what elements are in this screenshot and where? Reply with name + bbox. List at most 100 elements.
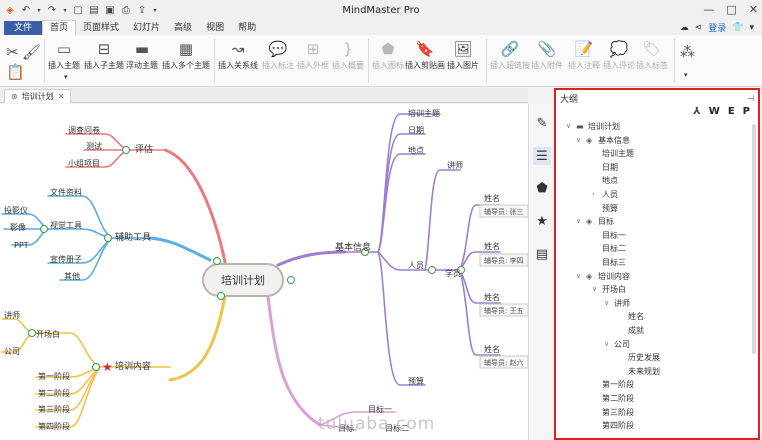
icon-library-icon[interactable]: ⬟ <box>533 179 551 197</box>
chevron-down-icon[interactable]: ∨ <box>566 120 576 133</box>
outline-item[interactable]: 地点 <box>592 174 618 187</box>
outline-item[interactable]: 第一阶段 <box>592 378 634 391</box>
svg-text:辅导员: 王五: 辅导员: 王五 <box>484 306 524 315</box>
shirt-icon[interactable]: 👕 <box>732 23 743 33</box>
outline-item[interactable]: 日期 <box>592 161 618 174</box>
document-tab[interactable]: ⊛ 培训计划 ✕ <box>4 89 72 103</box>
outline-item[interactable]: ∨ ▬ 培训计划 <box>566 120 620 133</box>
outline-item[interactable]: 姓名 <box>618 310 644 323</box>
open-folder-icon[interactable]: ▤ <box>88 5 100 16</box>
maximize-icon[interactable]: □ <box>726 3 736 16</box>
outline-item[interactable]: ∨ ◈ 目标 <box>576 215 614 228</box>
insert-callout-button[interactable]: 💬 插入标注 <box>262 38 294 71</box>
export-ppt-button[interactable]: P <box>743 106 750 120</box>
undo-dropdown-icon[interactable]: ▾ <box>36 7 42 14</box>
tab-slides[interactable]: 幻灯片 <box>126 21 167 35</box>
outline-item[interactable]: 未来规划 <box>618 365 660 378</box>
insert-clipart-button[interactable]: 🔖 插入剪贴画 <box>405 38 445 71</box>
customize-icon[interactable]: ▾ <box>152 7 158 14</box>
save-icon[interactable]: ▣ <box>104 5 116 16</box>
chevron-right-icon[interactable]: › <box>592 188 602 201</box>
topic-icon: ▭ <box>56 40 72 58</box>
close-icon[interactable]: ✕ <box>749 3 758 16</box>
tab-view[interactable]: 视图 <box>199 21 231 35</box>
format-painter-icon[interactable]: 🖌 <box>22 41 41 63</box>
outline-item[interactable]: ∨ 公司 <box>604 338 630 351</box>
insert-boundary-button[interactable]: ⊞ 插入外框 <box>297 38 329 71</box>
insert-summary-button[interactable]: } 插入概要 <box>332 38 364 71</box>
outline-icon[interactable]: ☰ <box>533 147 551 165</box>
pin-icon[interactable]: ⊣ <box>747 94 754 103</box>
options-dropdown-icon[interactable]: ▾ <box>749 23 754 33</box>
outline-item-label: 第四阶段 <box>602 421 634 431</box>
outline-scrollbar[interactable] <box>752 124 756 354</box>
tab-home[interactable]: 首页 <box>42 20 77 35</box>
tab-help[interactable]: 帮助 <box>231 21 263 35</box>
login-link[interactable]: 登录 <box>708 21 726 34</box>
insert-icon-button[interactable]: ⬟ 插入图标 <box>372 38 404 71</box>
insert-tag-button[interactable]: 🏷 插入标签 <box>636 38 668 71</box>
outline-item[interactable]: ∨ 开场白 <box>592 283 626 296</box>
redo-icon[interactable]: ↷ <box>46 5 58 16</box>
close-tab-icon[interactable]: ✕ <box>58 90 65 103</box>
outline-item[interactable]: 培训主题 <box>592 147 634 160</box>
outline-item[interactable]: ∨ ◈ 基本信息 <box>576 134 630 147</box>
insert-note-button[interactable]: 📝 插入注释 <box>568 38 600 71</box>
outline-item-label: 公司 <box>614 339 630 349</box>
outline-item[interactable]: 目标一 <box>592 229 626 242</box>
export-excel-button[interactable]: E <box>728 106 735 120</box>
tab-page-style[interactable]: 页面样式 <box>76 21 126 35</box>
cut-icon[interactable]: ✂ <box>6 41 19 63</box>
redo-dropdown-icon[interactable]: ▾ <box>62 7 68 14</box>
outline-item[interactable]: ∨ ◈ 培训内容 <box>576 270 630 283</box>
undo-icon[interactable]: ↶ <box>20 5 32 16</box>
outline-item[interactable]: 目标三 <box>592 256 626 269</box>
insert-topic-dropdown-icon[interactable]: ▾ <box>64 73 68 81</box>
print-icon[interactable]: ⎙ <box>120 5 132 16</box>
pdf-icon[interactable]: ⅄ <box>693 106 701 120</box>
insert-topic-button[interactable]: ▭ 插入主题 <box>48 38 80 71</box>
outline-item[interactable]: 第三阶段 <box>592 406 634 419</box>
clipart-panel-icon[interactable]: ★ <box>533 212 551 230</box>
insert-subtopic-button[interactable]: ⊟ 插入子主题 <box>84 38 124 71</box>
image-icon: 🖼 <box>453 40 473 58</box>
insert-attachment-button[interactable]: 📎 插入附件 <box>531 38 563 71</box>
format-icon[interactable]: ✎ <box>533 114 551 132</box>
new-file-icon[interactable]: ▢ <box>72 5 84 16</box>
minimize-icon[interactable]: — <box>703 3 714 16</box>
task-icon[interactable]: ▤ <box>533 245 551 263</box>
outline-item[interactable]: › 人员 <box>592 188 618 201</box>
chevron-down-icon[interactable]: ∨ <box>576 134 586 147</box>
share-icon[interactable]: ⋖ <box>695 23 703 33</box>
layout-icon[interactable]: ⁂ <box>680 41 695 63</box>
export-icon[interactable]: ⇪ <box>136 5 148 16</box>
chevron-down-icon[interactable]: ∨ <box>604 297 614 310</box>
export-word-button[interactable]: W <box>709 106 720 120</box>
outline-item[interactable]: 历史发展 <box>618 351 660 364</box>
mindmap-canvas[interactable]: 培训计划 评估 调查问卷 测试 小组项目 辅助工具 文件资料 视觉工具 宣传册子… <box>0 104 528 440</box>
svg-text:辅导员: 赵六: 辅导员: 赵六 <box>484 358 524 367</box>
outline-item[interactable]: 第四阶段 <box>592 419 634 432</box>
tab-advanced[interactable]: 高级 <box>167 21 199 35</box>
chevron-down-icon[interactable]: ∨ <box>576 215 586 228</box>
outline-item[interactable]: 成就 <box>618 324 644 337</box>
cloud-icon[interactable]: ☁ <box>680 23 689 33</box>
insert-image-button[interactable]: 🖼 插入图片 <box>447 38 479 71</box>
outline-item[interactable]: 预算 <box>592 202 618 215</box>
floating-topic-button[interactable]: ▬ 浮动主题 <box>126 38 158 71</box>
outline-item-label: 历史发展 <box>628 353 660 363</box>
note-icon: 📝 <box>574 40 594 58</box>
chevron-down-icon[interactable]: ∨ <box>576 270 586 283</box>
insert-comment-button[interactable]: 💭 插入评论 <box>603 38 635 71</box>
insert-relationship-button[interactable]: ↝ 插入关系线 <box>218 38 258 71</box>
file-menu[interactable]: 文件 <box>4 21 42 35</box>
chevron-down-icon[interactable]: ∨ <box>604 338 614 351</box>
insert-hyperlink-button[interactable]: 🔗 插入超链接 <box>490 38 530 71</box>
outline-item[interactable]: 第二阶段 <box>592 392 634 405</box>
chevron-down-icon[interactable]: ∨ <box>592 283 602 296</box>
insert-multiple-topics-button[interactable]: ▦ 插入多个主题 <box>162 38 210 71</box>
ribbon-more-icon[interactable]: ▾ <box>684 71 688 79</box>
outline-item[interactable]: 目标二 <box>592 242 626 255</box>
paste-icon[interactable]: 📋 <box>6 61 25 83</box>
outline-item[interactable]: ∨ 讲师 <box>604 297 630 310</box>
